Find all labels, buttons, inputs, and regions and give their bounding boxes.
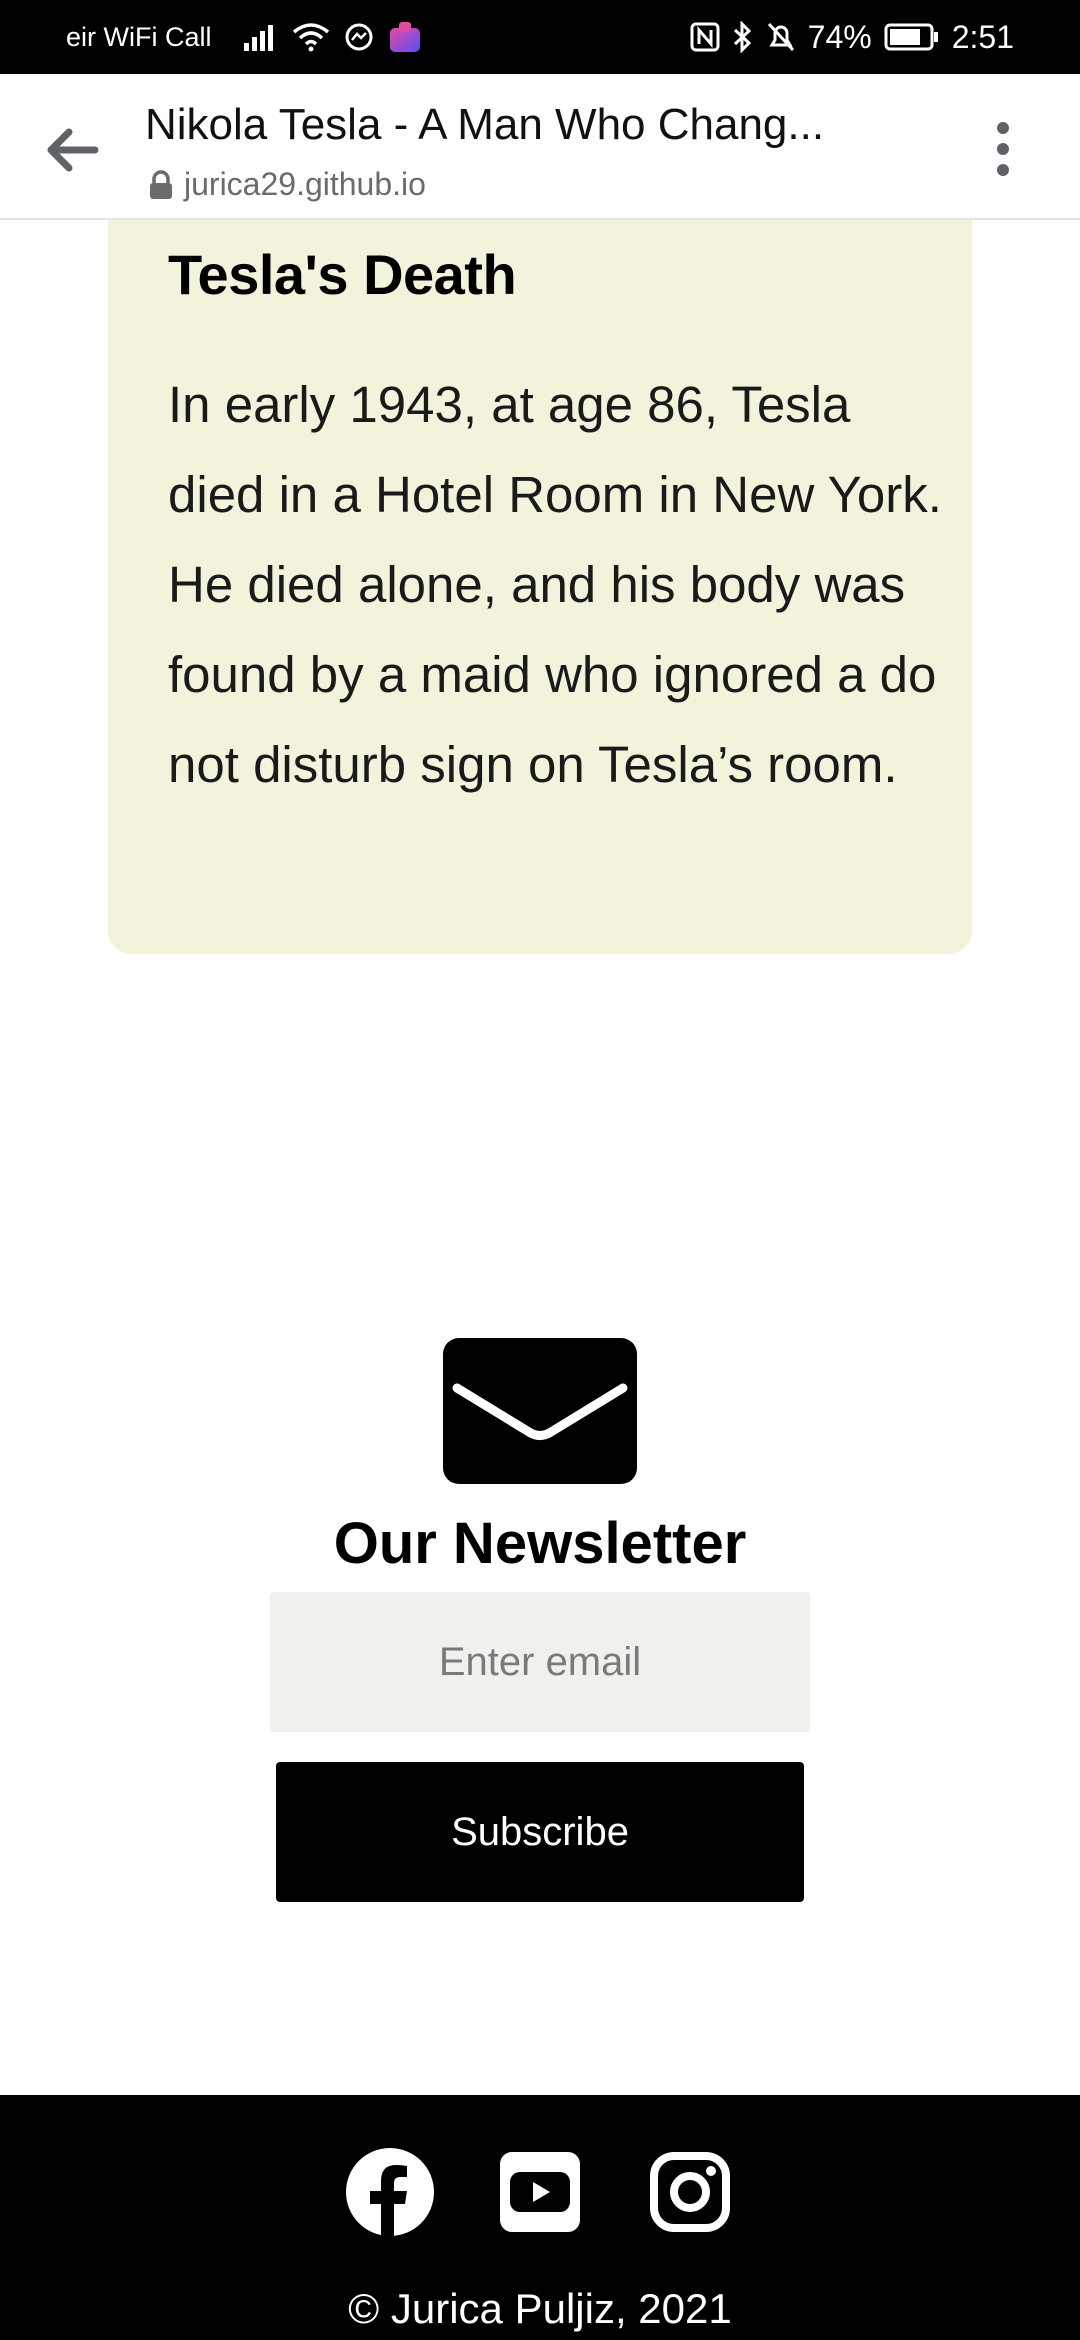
- silent-bell-icon: [766, 21, 796, 53]
- footer: © Jurica Puljiz, 2021: [0, 2095, 1080, 2340]
- clock: 2:51: [951, 18, 1014, 55]
- wifi-icon: [292, 22, 330, 52]
- battery-icon: [884, 22, 940, 52]
- menu-dot-icon: [997, 164, 1009, 176]
- envelope-icon: [443, 1338, 637, 1484]
- facebook-link[interactable]: [346, 2148, 434, 2236]
- menu-dot-icon: [997, 143, 1009, 155]
- app-notification-icon: [388, 20, 422, 54]
- instagram-icon: [650, 2152, 730, 2232]
- menu-dot-icon: [997, 122, 1009, 134]
- url-bar[interactable]: jurica29.github.io: [148, 166, 426, 203]
- lock-icon: [150, 169, 172, 199]
- bluetooth-icon: [732, 21, 754, 53]
- facebook-icon: [346, 2148, 434, 2236]
- email-input[interactable]: [270, 1592, 810, 1732]
- overflow-menu-button[interactable]: [985, 114, 1021, 184]
- back-button[interactable]: [40, 118, 104, 182]
- subscribe-button[interactable]: Subscribe: [276, 1762, 804, 1902]
- battery-percent: 74%: [807, 18, 872, 55]
- browser-page-title: Nikola Tesla - A Man Who Chang...: [145, 100, 825, 149]
- copyright-text: © Jurica Puljiz, 2021: [348, 2285, 732, 2332]
- instagram-link[interactable]: [646, 2148, 734, 2236]
- carrier-label: eir WiFi Call: [66, 21, 212, 52]
- url-text: jurica29.github.io: [184, 166, 426, 202]
- nfc-icon: [690, 22, 720, 52]
- browser-toolbar: Nikola Tesla - A Man Who Chang... jurica…: [0, 74, 1080, 220]
- youtube-link[interactable]: [496, 2148, 584, 2236]
- signal-icon: [243, 23, 278, 51]
- card-body: In early 1943, at age 86, Tesla died in …: [168, 376, 942, 793]
- tesla-death-card: Tesla's Death In early 1943, at age 86, …: [108, 220, 972, 954]
- social-links: [0, 2148, 1080, 2236]
- newsletter-title: Our Newsletter: [333, 1511, 747, 1576]
- back-arrow-icon: [47, 128, 99, 172]
- youtube-icon: [500, 2152, 580, 2232]
- messenger-icon: [344, 22, 374, 52]
- status-bar: eir WiFi Call 74% 2:51: [0, 0, 1080, 74]
- card-heading: Tesla's Death: [168, 243, 517, 306]
